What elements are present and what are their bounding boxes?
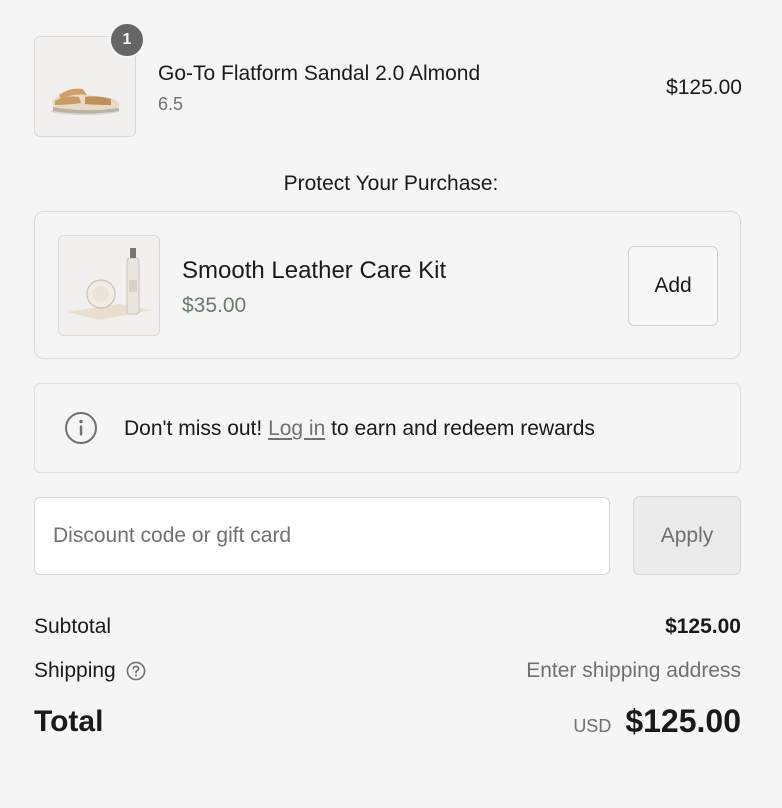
cart-line-item: 1 Go-To Flatform Sandal 2.0 Almond 6.5 $… [34, 22, 742, 137]
subtotal-label: Subtotal [34, 615, 112, 638]
leather-care-kit-image [67, 248, 153, 320]
discount-code-input[interactable] [34, 497, 610, 575]
product-variant: 6.5 [158, 94, 184, 114]
total-label: Total [34, 705, 104, 738]
apply-discount-button[interactable]: Apply [633, 496, 741, 575]
upsell-thumbnail [58, 235, 160, 336]
help-icon[interactable] [126, 661, 146, 681]
product-title: Go-To Flatform Sandal 2.0 Almond [158, 62, 481, 85]
rewards-prefix: Don't miss out! [124, 417, 269, 440]
shipping-row-label: Shipping [34, 659, 146, 683]
total-value-group: USD $125.00 [573, 703, 741, 740]
currency-code: USD [573, 716, 612, 736]
shipping-value: Enter shipping address [526, 659, 741, 682]
quantity-badge: 1 [109, 22, 145, 58]
subtotal-value: $125.00 [665, 615, 741, 638]
shipping-label: Shipping [34, 659, 116, 682]
rewards-suffix: to earn and redeem rewards [325, 417, 595, 440]
login-link[interactable]: Log in [268, 417, 325, 440]
rewards-message: Don't miss out! Log in to earn and redee… [124, 417, 595, 441]
product-price: $125.00 [666, 76, 742, 99]
order-summary: 1 Go-To Flatform Sandal 2.0 Almond 6.5 $… [0, 0, 782, 808]
product-thumbnail: 1 [34, 22, 145, 137]
add-upsell-button[interactable]: Add [628, 246, 718, 326]
upsell-title: Smooth Leather Care Kit [182, 257, 447, 284]
total-amount: $125.00 [625, 703, 741, 739]
info-icon [65, 412, 97, 444]
upsell-price: $35.00 [182, 294, 247, 317]
upsell-card: Smooth Leather Care Kit $35.00 Add [34, 211, 741, 359]
protect-heading: Protect Your Purchase: [283, 172, 499, 195]
rewards-notice: Don't miss out! Log in to earn and redee… [34, 383, 741, 473]
